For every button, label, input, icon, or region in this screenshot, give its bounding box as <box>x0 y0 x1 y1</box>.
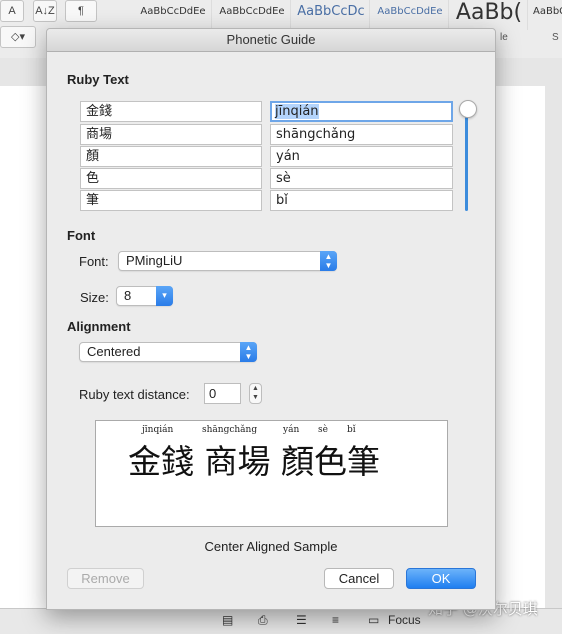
preview-box: jīnqián shāngchǎng yán sè bǐ 金錢 商場 顏色筆 <box>95 420 448 527</box>
base-text-cell[interactable]: 金錢 <box>80 101 262 122</box>
focus-icon[interactable]: ▭ <box>368 613 379 627</box>
size-label: Size: <box>80 290 109 305</box>
chevron-updown-icon: ▲ ▼ <box>240 342 257 362</box>
alignment-heading: Alignment <box>67 319 131 334</box>
paragraph-marks-button[interactable]: ¶ <box>65 0 97 22</box>
ruby-distance-stepper[interactable]: ▲ ▼ <box>249 383 262 404</box>
cancel-button[interactable]: Cancel <box>324 568 394 589</box>
ruby-text-heading: Ruby Text <box>67 72 129 87</box>
ruby-text-cell[interactable]: sè <box>270 168 453 189</box>
base-text-cell[interactable]: 顏 <box>80 146 262 167</box>
preview-ruby-text: shāngchǎng <box>202 425 258 435</box>
phonetic-guide-dialog: Phonetic Guide Ruby Text 金錢 jīnqián 商場 s… <box>46 28 496 610</box>
ruby-distance-input[interactable]: 0 <box>204 383 241 404</box>
size-select[interactable]: 8 ▾ <box>116 286 173 306</box>
preview-ruby-text: yán <box>283 425 300 435</box>
base-text-cell[interactable]: 色 <box>80 168 262 189</box>
preview-ruby-text: bǐ <box>347 425 356 435</box>
ok-button[interactable]: OK <box>406 568 476 589</box>
chevron-down-icon: ▾ <box>156 286 173 306</box>
style-heading-1[interactable]: AaBbCcDc <box>293 0 370 30</box>
style-no-spacing[interactable]: AaBbCcDdEe <box>214 0 291 30</box>
font-select-value: PMingLiU <box>126 253 183 268</box>
alignment-select[interactable]: Centered ▲ ▼ <box>79 342 257 362</box>
font-select[interactable]: PMingLiU ▲ ▼ <box>118 251 337 271</box>
preview-ruby-text: sè <box>318 425 328 435</box>
alignment-select-value: Centered <box>87 344 141 359</box>
draft-view-icon[interactable]: ≡ <box>332 613 339 627</box>
preview-base-text: 金錢 商場 顏色筆 <box>128 442 380 481</box>
print-view-icon[interactable]: ⎙ <box>258 613 268 628</box>
base-text-cell[interactable]: 筆 <box>80 190 262 211</box>
ruby-text-selection: jīnqián <box>275 104 319 119</box>
remove-button[interactable]: Remove <box>67 568 144 589</box>
ribbon-partial-label: le <box>500 32 508 43</box>
style-subtitle[interactable]: AaBbCcDdEe <box>533 0 562 30</box>
outline-view-icon[interactable]: ☰ <box>296 613 307 627</box>
sort-button[interactable]: A↓Z <box>33 0 57 22</box>
preview-ruby-text: jīnqián <box>142 425 174 435</box>
ruby-text-cell[interactable]: bǐ <box>270 190 453 211</box>
style-title[interactable]: AaBb( <box>451 0 528 30</box>
ruby-list-scrollbar[interactable] <box>465 113 468 211</box>
base-text-cell[interactable]: 商場 <box>80 124 262 145</box>
ruby-text-cell[interactable]: shāngchǎng <box>270 124 453 145</box>
font-label: Font: <box>79 254 109 269</box>
dialog-title: Phonetic Guide <box>47 29 495 52</box>
font-heading: Font <box>67 228 96 243</box>
ruby-text-cell[interactable]: yán <box>270 146 453 167</box>
focus-label[interactable]: Focus <box>388 613 421 627</box>
ribbon-partial-label-styles: S <box>552 32 559 43</box>
preview-caption: Center Aligned Sample <box>204 539 338 554</box>
scrollbar-knob[interactable] <box>459 100 477 118</box>
fill-color-button[interactable]: ◇▾ <box>0 26 36 48</box>
font-size-button[interactable]: A <box>0 0 24 22</box>
chevron-updown-icon: ▲ ▼ <box>320 251 337 271</box>
ruby-text-cell[interactable]: jīnqián <box>270 101 453 122</box>
style-heading-2[interactable]: AaBbCcDdEe <box>372 0 449 30</box>
size-select-value: 8 <box>124 288 132 303</box>
ruby-distance-label: Ruby text distance: <box>79 387 190 402</box>
style-normal[interactable]: AaBbCcDdEe <box>135 0 212 30</box>
layout-view-icon[interactable]: ▤ <box>222 613 233 627</box>
